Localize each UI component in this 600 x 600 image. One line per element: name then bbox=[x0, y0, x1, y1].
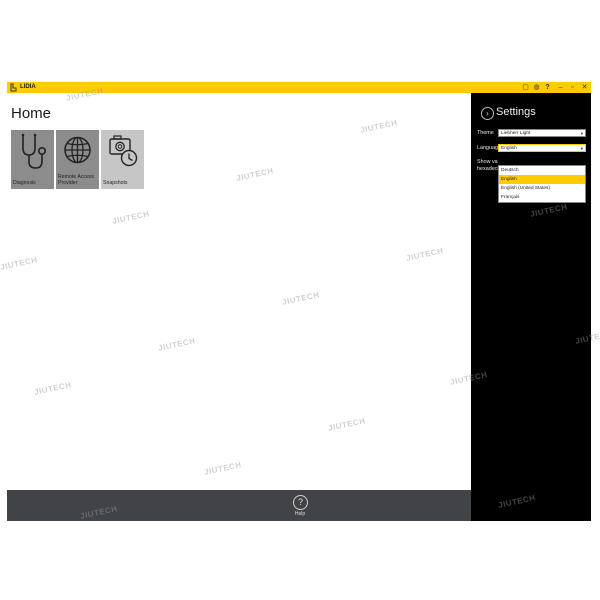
dropdown-option-english-us[interactable]: English (United States) bbox=[499, 184, 585, 193]
stethoscope-icon bbox=[21, 133, 46, 169]
chat-icon[interactable]: ▢ bbox=[521, 83, 530, 92]
hexadecimal-label: hexadecim bbox=[477, 166, 498, 172]
tile-label: Remote Access Provider bbox=[58, 174, 95, 186]
settings-title: Settings bbox=[496, 106, 536, 118]
minimize-icon[interactable]: – bbox=[556, 83, 565, 92]
app-title: LIDIA bbox=[20, 84, 36, 90]
tile-label: Diagnosis bbox=[13, 180, 36, 186]
globe-icon[interactable]: ◍ bbox=[532, 83, 541, 92]
theme-label: Theme bbox=[477, 130, 494, 136]
language-dropdown: Deutsch English English (United States) … bbox=[498, 165, 586, 203]
help-button[interactable]: ? bbox=[293, 495, 308, 510]
language-select[interactable]: English ▾ bbox=[498, 144, 586, 152]
show-variant-label: Show varia bbox=[477, 159, 498, 165]
tile-label: Snapshots bbox=[103, 180, 128, 186]
home-panel: Home Diagnosis Remote Access Provider Sn… bbox=[7, 93, 471, 490]
theme-select[interactable]: Liebherr Light ▾ bbox=[498, 129, 586, 137]
globe-icon bbox=[64, 136, 91, 164]
tile-snapshots[interactable]: Snapshots bbox=[101, 130, 144, 189]
language-value: English bbox=[501, 146, 517, 151]
page-title: Home bbox=[11, 105, 52, 122]
help-icon[interactable]: ? bbox=[543, 83, 552, 92]
dropdown-option-francais[interactable]: Français bbox=[499, 193, 585, 202]
chevron-down-icon: ▾ bbox=[580, 131, 583, 136]
chevron-down-icon: ▾ bbox=[580, 146, 583, 151]
tile-remote-access-provider[interactable]: Remote Access Provider bbox=[56, 130, 99, 189]
chevron-right-icon[interactable]: › bbox=[481, 107, 494, 120]
liebherr-logo-icon bbox=[10, 83, 17, 92]
maximize-icon[interactable]: ▫ bbox=[568, 83, 577, 92]
camera-clock-icon bbox=[109, 135, 138, 167]
bottom-bar: ? Help bbox=[7, 490, 471, 521]
close-icon[interactable]: ✕ bbox=[580, 83, 589, 92]
tile-diagnosis[interactable]: Diagnosis bbox=[11, 130, 54, 189]
settings-panel: › Settings Theme Liebherr Light ▾ Langua… bbox=[471, 93, 591, 521]
dropdown-option-english[interactable]: English bbox=[499, 175, 585, 184]
help-label: Help bbox=[294, 511, 306, 517]
dropdown-option-deutsch[interactable]: Deutsch bbox=[499, 166, 585, 175]
theme-value: Liebherr Light bbox=[501, 131, 531, 136]
